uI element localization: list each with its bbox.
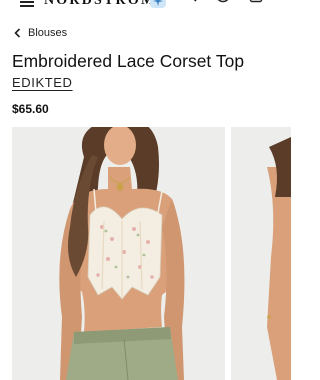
product-photo: [12, 127, 225, 380]
product-image-next[interactable]: [231, 127, 291, 380]
top-nav: NORDSTROM 0: [0, 0, 285, 14]
menu-icon[interactable]: [20, 0, 34, 7]
breadcrumb[interactable]: Blouses: [14, 27, 67, 39]
product-title: Embroidered Lace Corset Top: [12, 51, 245, 71]
product-image[interactable]: [12, 127, 225, 380]
chevron-left-icon: [14, 28, 21, 38]
bag-icon[interactable]: 0: [249, 0, 263, 8]
search-icon[interactable]: [182, 0, 198, 8]
nordstrom-logo[interactable]: NORDSTROM: [44, 0, 156, 9]
product-price: $65.60: [12, 102, 49, 116]
product-photo-next: [231, 127, 291, 380]
brand-link[interactable]: EDIKTED: [12, 75, 73, 90]
breadcrumb-label: Blouses: [28, 27, 68, 39]
ai-sparkle-icon[interactable]: [150, 0, 166, 8]
account-icon[interactable]: [215, 0, 231, 8]
